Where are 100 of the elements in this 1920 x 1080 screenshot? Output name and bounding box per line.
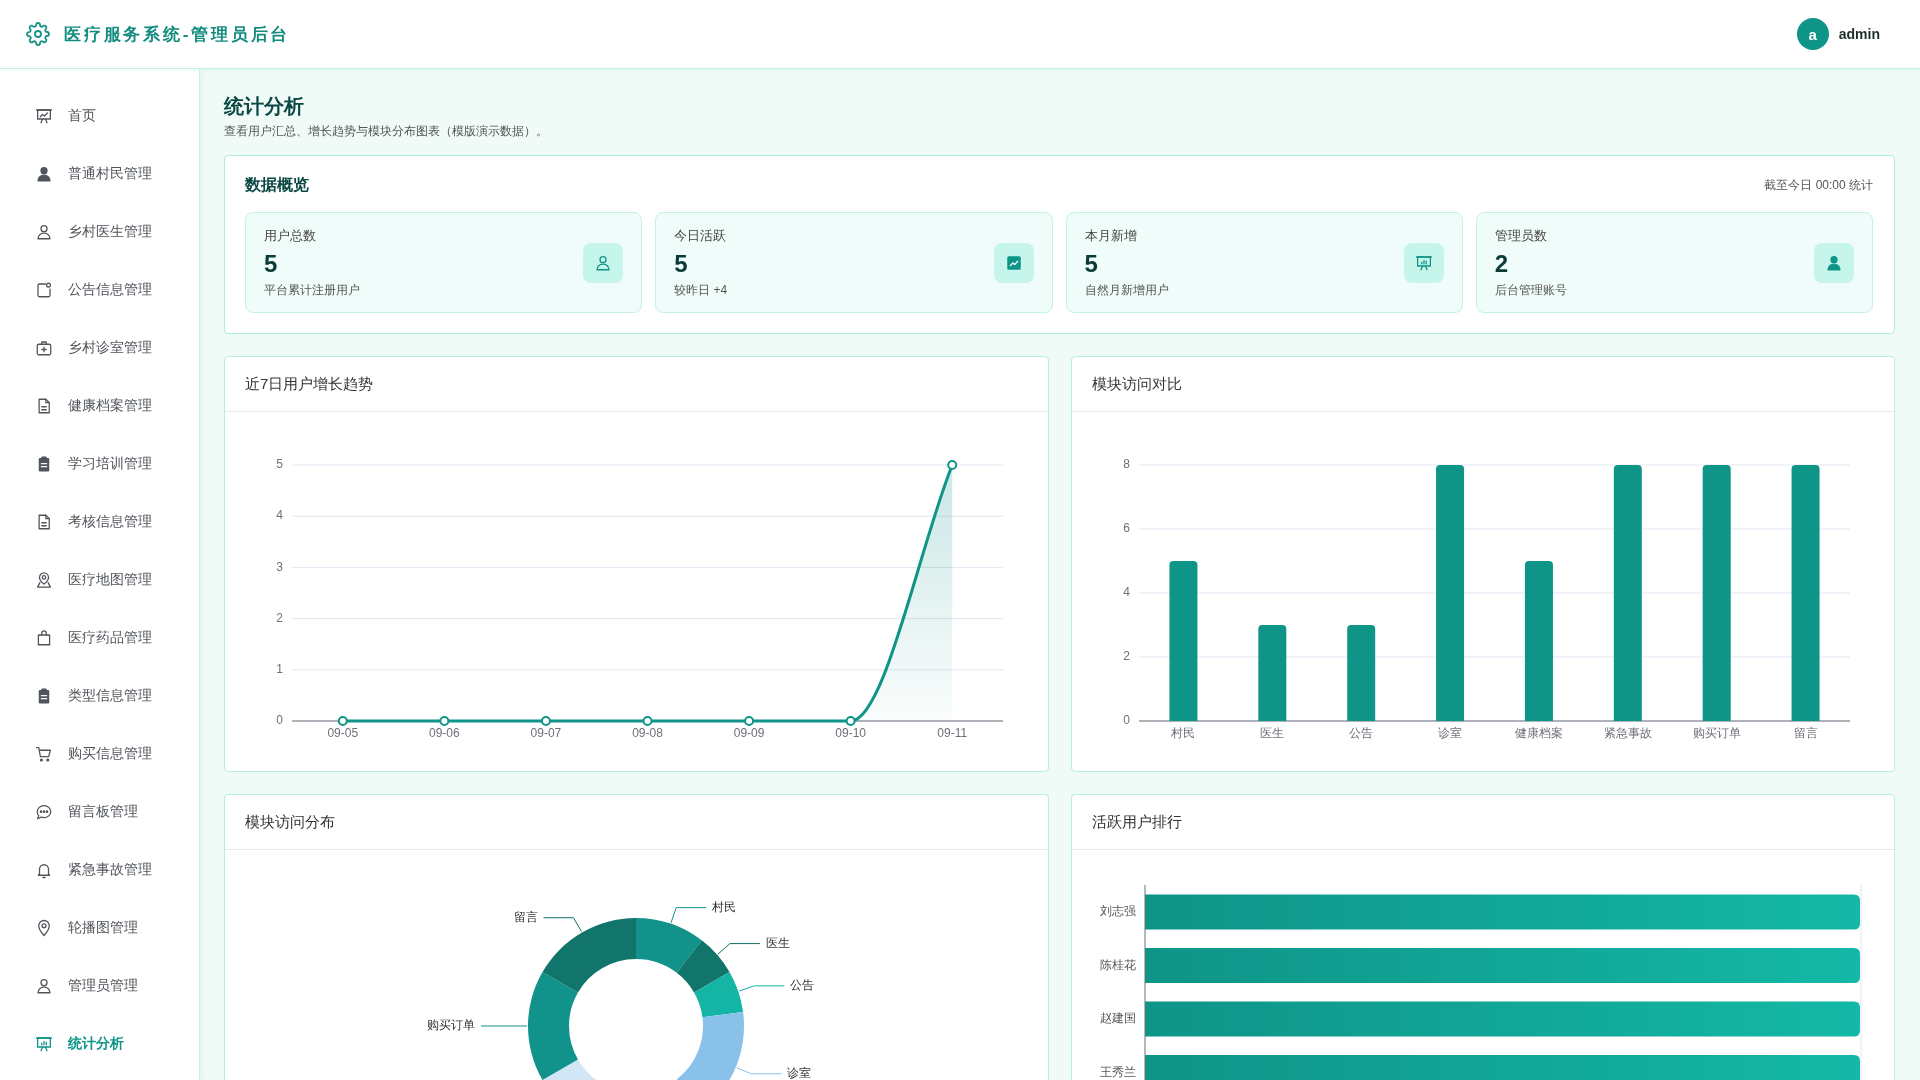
x-axis-label: 09-09 [733,726,765,741]
chat-bubble-icon [35,803,53,821]
x-axis-label: 公告 [1348,726,1373,741]
nav-item[interactable]: 学习培训管理 [35,452,152,476]
y-axis-label: 2 [1122,649,1130,664]
x-axis-label: 09-06 [429,726,460,741]
y-axis-label: 8 [1122,457,1130,472]
slice-label: 公告 [790,978,815,992]
card-title: 活跃用户排行 [1091,812,1182,832]
stat-note: 平台累计注册用户 [264,281,360,298]
page-title: 统计分析 [224,94,304,119]
y-axis-label: 0 [1122,713,1130,728]
stat-value: 5 [1084,249,1098,278]
y-axis-label: 6 [1122,521,1130,536]
stat-note: 自然月新增用户 [1084,281,1169,298]
leader-line [543,917,582,933]
x-axis-label: 健康档案 [1514,726,1563,741]
medical-kit-icon [35,339,53,357]
x-axis-label: 留言 [1793,726,1818,741]
x-axis-label: 09-07 [530,726,562,741]
card-title: 近7日用户增长趋势 [245,374,374,394]
map-pin-icon [35,571,53,589]
gear-icon [26,22,50,46]
nav-item[interactable]: 统计分析 [35,1032,124,1056]
x-axis-label: 购买订单 [1692,726,1741,741]
data-point [337,716,348,726]
stat-value: 5 [264,249,278,278]
user-name-label: 陈桂花 [1099,957,1136,972]
document-icon [35,513,53,531]
stat-label: 管理员数 [1494,227,1547,244]
stat-note: 后台管理账号 [1494,281,1567,298]
location-pin-icon [35,919,53,937]
x-axis-label: 09-08 [632,726,663,741]
stat-value: 5 [674,249,688,278]
nav-item[interactable]: 购买信息管理 [35,742,152,766]
app-title: 医疗服务系统-管理员后台 [64,23,291,46]
document-icon [35,397,53,415]
donut-slice [636,918,702,973]
x-axis-label: 诊室 [1437,726,1462,741]
data-point [744,716,755,726]
cart-icon [35,745,53,763]
slice-label: 购买订单 [427,1018,475,1033]
nav-item[interactable]: 医疗药品管理 [35,626,152,650]
y-axis-label: 4 [276,508,283,523]
stat-note: 较昨日 +4 [674,281,728,298]
nav-item[interactable]: 医疗地图管理 [35,568,152,592]
user-name-label: 王秀兰 [1099,1064,1136,1079]
x-axis-label: 09-10 [835,726,866,741]
nav-item[interactable]: 轮播图管理 [35,916,138,940]
card-title: 模块访问对比 [1091,374,1182,394]
nav-item[interactable]: 乡村医生管理 [35,220,152,244]
nav-item[interactable]: 首页 [35,104,96,128]
slice-label: 医生 [766,935,790,950]
line-chart-icon [993,242,1034,283]
user-avatar[interactable]: a [1796,18,1829,50]
nav-item[interactable]: 留言板管理 [35,800,138,824]
donut-slice [676,940,730,993]
person-icon [583,242,624,283]
leader-line [738,985,785,992]
data-point [540,716,551,726]
presentation-chart-icon [1403,242,1444,283]
nav-item[interactable]: 紧急事故管理 [35,858,152,882]
y-axis-label: 2 [276,610,283,625]
user-name-label: 赵建国 [1099,1011,1136,1026]
leader-line [717,943,761,955]
nav-item[interactable]: 考核信息管理 [35,510,152,534]
stat-value: 2 [1494,249,1509,278]
nav-item[interactable]: 管理员管理 [35,974,138,998]
leader-line [480,1025,528,1027]
y-axis-label: 0 [276,713,283,728]
nav-item[interactable]: 健康档案管理 [35,394,152,418]
person-icon [35,165,53,183]
bell-icon [35,861,53,879]
shopping-bag-icon [35,629,53,647]
slice-label: 留言 [513,909,538,924]
nav-item[interactable]: 类型信息管理 [35,684,152,708]
leader-line [736,1067,782,1075]
data-point [845,716,856,726]
person-icon [35,223,53,241]
y-axis-label: 3 [276,559,283,574]
presentation-chart-icon [35,107,53,125]
x-axis-label: 09-05 [327,726,359,741]
nav-item[interactable]: 乡村诊室管理 [35,336,152,360]
x-axis-label: 医生 [1259,726,1284,741]
leader-line [670,907,707,924]
notification-icon [35,281,53,299]
x-axis-label: 村民 [1170,726,1195,741]
person-icon [1814,242,1854,283]
nav-item[interactable]: 公告信息管理 [35,278,152,302]
card-title: 模块访问分布 [245,812,335,832]
page-subtitle: 查看用户汇总、增长趋势与模块分布图表（模版演示数据）。 [224,123,548,139]
stat-label: 今日活跃 [674,227,727,244]
user-name: admin [1838,26,1880,42]
slice-label: 村民 [712,899,737,914]
section-title: 数据概览 [245,174,309,195]
nav-item[interactable]: 普通村民管理 [35,162,152,186]
slice-label: 诊室 [787,1066,812,1080]
y-axis-label: 4 [1122,585,1130,600]
data-point [642,716,653,726]
x-axis-label: 09-11 [937,726,968,741]
